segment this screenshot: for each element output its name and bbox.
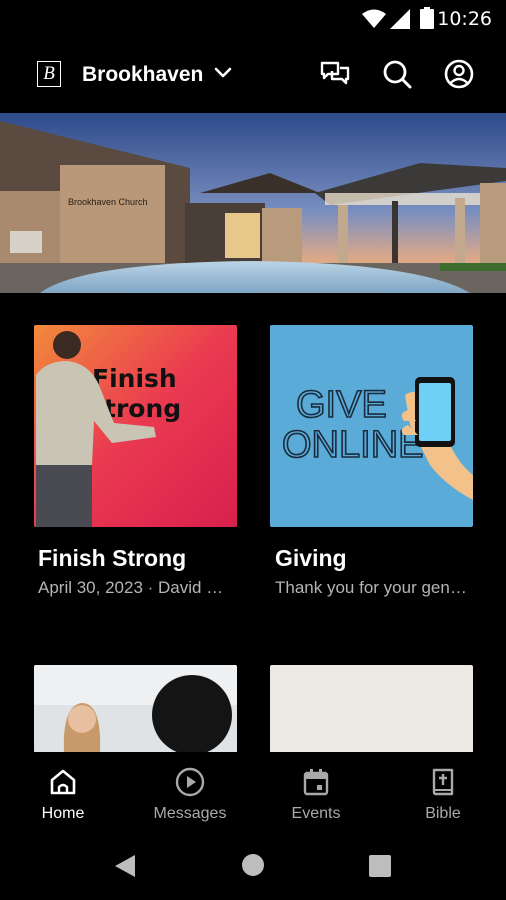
nav-events[interactable]: Events [253,752,379,830]
hero-image[interactable]: Brookhaven Church [0,113,506,293]
battery-icon [420,7,434,29]
nav-label-events: Events [291,805,341,822]
card-image [270,665,473,753]
church-logo[interactable]: B [37,61,61,87]
thumb-text-give: GIVE [296,384,387,426]
card-thumbnail-people[interactable] [34,665,237,753]
wifi-icon [362,9,386,28]
home-icon [50,769,76,795]
nav-home[interactable]: Home [0,752,126,830]
card-thumbnail-light[interactable] [270,665,473,753]
account-icon[interactable] [443,58,475,90]
chat-icon[interactable] [319,58,351,90]
card-subtitle: April 30, 2023 · David Sanchez [38,578,226,597]
card-thumbnail-giving[interactable]: GIVE ONLINE [270,325,473,527]
church-name[interactable]: Brookhaven [82,63,203,87]
calendar-icon [303,769,329,796]
card-thumbnail-finish-strong[interactable]: Finish Strong [34,325,237,527]
nav-messages[interactable]: Messages [127,752,253,830]
status-time: 10:26 [437,8,492,30]
nav-label-home: Home [41,805,85,822]
back-icon[interactable] [113,853,137,879]
card-title[interactable]: Giving [275,545,347,572]
bible-icon [432,768,454,796]
people-photo [34,665,237,753]
thumb-text-finish: Finish [92,364,177,393]
play-circle-icon [175,767,205,797]
card-subtitle: Thank you for your generosity [275,578,467,597]
home-button-icon[interactable] [241,853,265,877]
chevron-down-icon[interactable] [214,66,232,80]
search-icon[interactable] [381,58,413,90]
nav-bible[interactable]: Bible [380,752,506,830]
app-header [0,38,506,112]
card-title[interactable]: Finish Strong [38,545,186,572]
nav-label-bible: Bible [425,805,461,822]
nav-label-messages: Messages [153,805,227,822]
church-building-photo: Brookhaven Church [0,113,506,293]
signal-icon [390,9,410,29]
sermon-artwork: Finish Strong [34,325,237,527]
give-online-artwork: GIVE ONLINE [270,325,473,527]
building-sign: Brookhaven Church [68,197,148,207]
recents-icon[interactable] [369,855,391,877]
status-bar: 10:26 [0,0,506,38]
